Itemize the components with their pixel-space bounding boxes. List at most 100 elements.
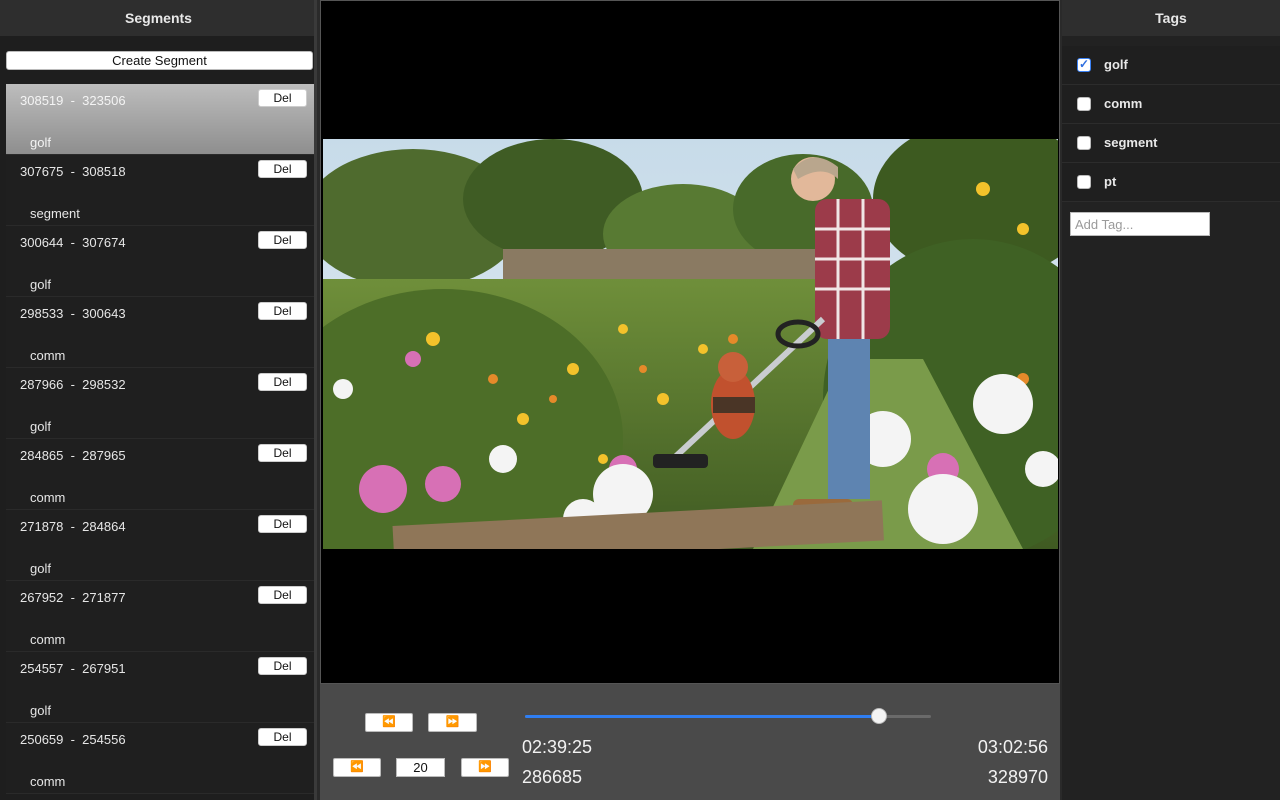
step-back-icon: ⏪	[350, 761, 364, 773]
segment-tag: golf	[30, 561, 51, 576]
segment-start: 307675	[20, 164, 64, 179]
delete-segment-button[interactable]: Del	[258, 515, 307, 533]
video-frame[interactable]	[323, 139, 1058, 549]
current-frame: 286685	[522, 767, 583, 787]
rewind-button[interactable]: ⏪	[365, 713, 413, 732]
segments-panel: Segments Create Segment 308519 - 323506 D…	[0, 0, 317, 800]
segment-row[interactable]: 300644 - 307674 Del golf	[6, 226, 314, 297]
range-separator: -	[63, 590, 83, 605]
segment-list: 308519 - 323506 Del golf 307675 - 308518 Del…	[6, 84, 314, 794]
segment-start: 298533	[20, 306, 64, 321]
segment-range: 298533 - 300643	[20, 306, 126, 321]
tag-checkbox[interactable]	[1077, 97, 1091, 111]
range-separator: -	[63, 377, 83, 392]
range-separator: -	[63, 235, 83, 250]
segment-tag: comm	[30, 632, 66, 647]
range-separator: -	[63, 732, 83, 747]
segment-row[interactable]: 267952 - 271877 Del comm	[6, 581, 314, 652]
segment-tag: golf	[30, 419, 51, 434]
playback-controls: ⏪ ⏩ ⏪ 20 ⏩ 02:39:25 03:02:56 286685 3289…	[320, 684, 1060, 800]
step-back-button[interactable]: ⏪	[333, 758, 381, 777]
tag-row[interactable]: golf	[1062, 46, 1280, 85]
segment-row[interactable]: 254557 - 267951 Del golf	[6, 652, 314, 723]
delete-segment-button[interactable]: Del	[258, 657, 307, 675]
tag-checkbox[interactable]	[1077, 57, 1091, 72]
tag-checkbox[interactable]	[1077, 175, 1091, 189]
video-player[interactable]	[320, 0, 1060, 684]
segment-tag: comm	[30, 774, 66, 789]
segment-end: 323506	[82, 93, 126, 108]
segments-title: Segments	[0, 0, 317, 36]
scrub-slider[interactable]	[525, 708, 931, 724]
range-separator: -	[63, 448, 83, 463]
range-separator: -	[63, 164, 83, 179]
fast-forward-button[interactable]: ⏩	[428, 713, 477, 732]
segment-tag: segment	[30, 206, 80, 221]
segment-row[interactable]: 287966 - 298532 Del golf	[6, 368, 314, 439]
delete-segment-button[interactable]: Del	[258, 231, 307, 249]
tag-label: segment	[1104, 135, 1158, 150]
total-frames: 328970	[987, 767, 1048, 787]
segment-tag: golf	[30, 135, 51, 150]
step-forward-button[interactable]: ⏩	[461, 758, 509, 777]
delete-segment-button[interactable]: Del	[258, 373, 307, 391]
segment-end: 308518	[82, 164, 126, 179]
delete-segment-button[interactable]: Del	[258, 89, 307, 107]
delete-segment-button[interactable]: Del	[258, 728, 307, 746]
step-size-input[interactable]: 20	[396, 758, 445, 777]
segment-range: 284865 - 287965	[20, 448, 126, 463]
segment-start: 300644	[20, 235, 64, 250]
segment-tag: comm	[30, 348, 66, 363]
segment-range: 287966 - 298532	[20, 377, 126, 392]
current-time: 02:39:25	[522, 737, 593, 757]
step-forward-icon: ⏩	[478, 761, 492, 773]
segment-row[interactable]: 298533 - 300643 Del comm	[6, 297, 314, 368]
range-separator: -	[63, 519, 83, 534]
range-separator: -	[63, 661, 83, 676]
garden-video-image	[323, 139, 1058, 549]
segment-tag: golf	[30, 277, 51, 292]
segment-range: 254557 - 267951	[20, 661, 126, 676]
tag-row[interactable]: segment	[1062, 124, 1280, 163]
segment-end: 267951	[82, 661, 126, 676]
segment-end: 307674	[82, 235, 126, 250]
segment-range: 300644 - 307674	[20, 235, 126, 250]
range-separator: -	[63, 306, 83, 321]
segment-start: 267952	[20, 590, 64, 605]
segment-row[interactable]: 271878 - 284864 Del golf	[6, 510, 314, 581]
rewind-icon: ⏪	[382, 716, 396, 728]
segment-end: 271877	[82, 590, 126, 605]
segment-tag: comm	[30, 490, 66, 505]
segment-start: 271878	[20, 519, 64, 534]
segment-start: 254557	[20, 661, 64, 676]
tag-label: pt	[1104, 174, 1117, 189]
left-panel-divider[interactable]	[314, 0, 317, 800]
scrub-handle[interactable]	[871, 708, 888, 724]
segment-end: 287965	[82, 448, 126, 463]
segment-tag: golf	[30, 703, 51, 718]
segment-end: 254556	[82, 732, 126, 747]
segment-row[interactable]: 308519 - 323506 Del golf	[6, 84, 314, 155]
delete-segment-button[interactable]: Del	[258, 586, 307, 604]
delete-segment-button[interactable]: Del	[258, 444, 307, 462]
segment-end: 298532	[82, 377, 126, 392]
fast-forward-icon: ⏩	[445, 716, 460, 728]
segment-start: 287966	[20, 377, 64, 392]
tag-list: golf comm segment pt	[1062, 46, 1280, 202]
delete-segment-button[interactable]: Del	[258, 160, 307, 178]
create-segment-button[interactable]: Create Segment	[6, 51, 313, 70]
delete-segment-button[interactable]: Del	[258, 302, 307, 320]
segment-row[interactable]: 250659 - 254556 Del comm	[6, 723, 314, 794]
add-tag-input[interactable]	[1070, 212, 1210, 236]
segment-row[interactable]: 284865 - 287965 Del comm	[6, 439, 314, 510]
segment-range: 250659 - 254556	[20, 732, 126, 747]
tag-row[interactable]: pt	[1062, 163, 1280, 202]
range-separator: -	[63, 93, 83, 108]
segment-row[interactable]: 307675 - 308518 Del segment	[6, 155, 314, 226]
tag-checkbox[interactable]	[1077, 136, 1091, 150]
segment-start: 308519	[20, 93, 64, 108]
segment-start: 250659	[20, 732, 64, 747]
tag-row[interactable]: comm	[1062, 85, 1280, 124]
tag-label: golf	[1104, 57, 1128, 72]
segment-range: 271878 - 284864	[20, 519, 126, 534]
